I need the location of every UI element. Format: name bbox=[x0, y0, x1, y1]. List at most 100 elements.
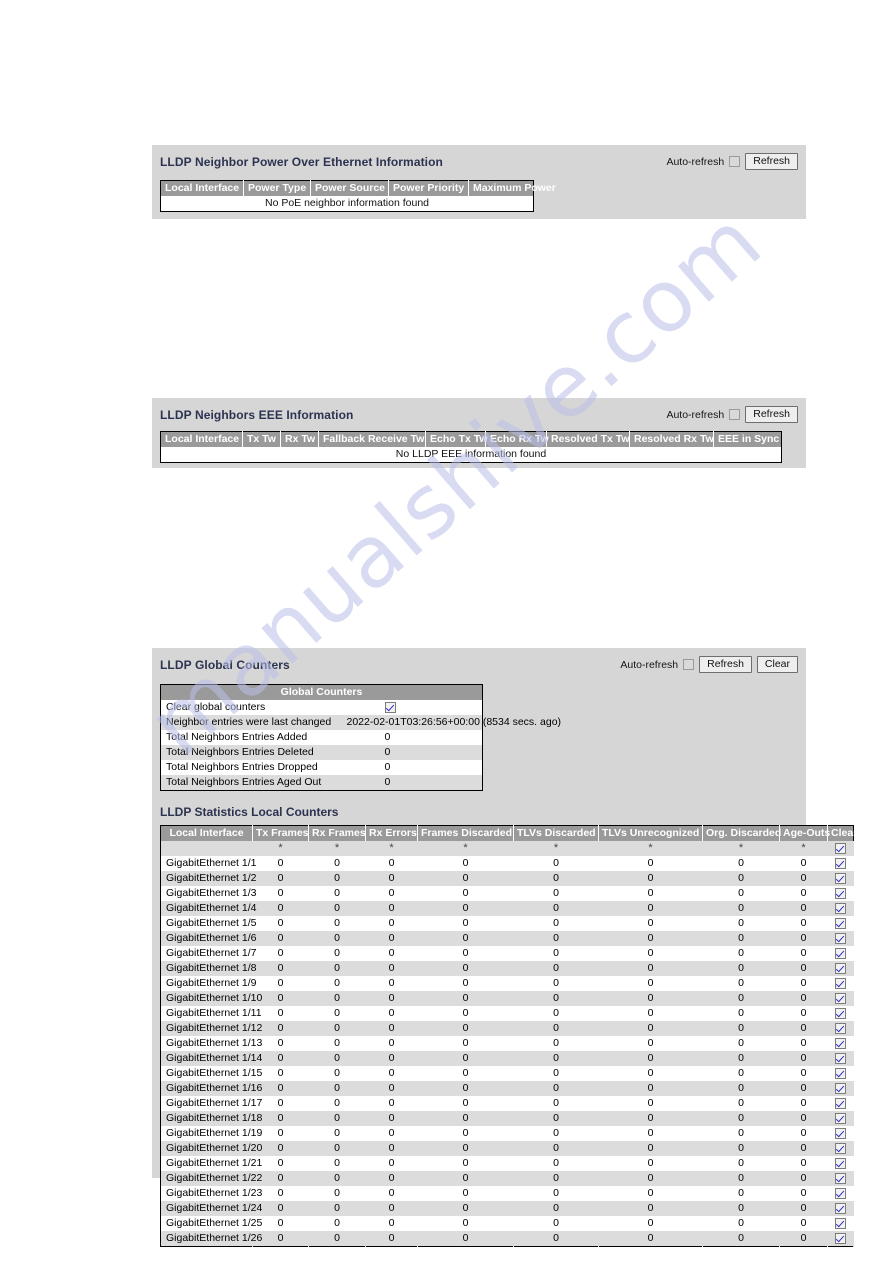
clear-row-checkbox[interactable] bbox=[835, 1112, 846, 1124]
clear-row-checkbox[interactable] bbox=[835, 902, 846, 914]
clear-row-checkbox[interactable] bbox=[835, 1022, 846, 1034]
filter-clear-all-checkbox-cell[interactable] bbox=[827, 841, 854, 856]
filter-cell-interface[interactable] bbox=[160, 841, 253, 856]
column-header: Local Interface bbox=[160, 180, 244, 196]
counter-cell: 0 bbox=[779, 1111, 828, 1126]
column-header: Org. Discarded bbox=[702, 825, 781, 841]
auto-refresh-checkbox[interactable] bbox=[729, 409, 741, 420]
clear-row-checkbox[interactable] bbox=[835, 992, 846, 1004]
clear-checkbox-cell[interactable] bbox=[827, 961, 854, 976]
clear-checkbox-cell[interactable] bbox=[827, 1216, 854, 1231]
refresh-button[interactable]: Refresh bbox=[699, 656, 752, 673]
counter-cell: 0 bbox=[779, 1006, 828, 1021]
auto-refresh-checkbox[interactable] bbox=[729, 156, 741, 167]
clear-row-checkbox[interactable] bbox=[835, 857, 846, 869]
clear-row-checkbox[interactable] bbox=[835, 1157, 846, 1169]
counter-cell: 0 bbox=[365, 1036, 418, 1051]
clear-row-checkbox[interactable] bbox=[835, 1172, 846, 1184]
clear-row-checkbox[interactable] bbox=[835, 1007, 846, 1019]
clear-row-checkbox[interactable] bbox=[835, 1202, 846, 1214]
table-row: No LLDP EEE information found bbox=[160, 447, 782, 463]
clear-all-checkbox[interactable] bbox=[835, 843, 846, 855]
clear-row-checkbox[interactable] bbox=[835, 932, 846, 944]
table-row: GigabitEthernet 1/18 0 0 0 0 0 0 0 0 bbox=[160, 1111, 854, 1126]
clear-row-checkbox[interactable] bbox=[835, 947, 846, 959]
clear-checkbox-cell[interactable] bbox=[827, 1171, 854, 1186]
clear-checkbox-cell[interactable] bbox=[827, 976, 854, 991]
lldp-global-counters-panel: LLDP Global Counters Auto-refresh Refres… bbox=[152, 648, 857, 1247]
clear-row-checkbox[interactable] bbox=[835, 887, 846, 899]
counter-label: Neighbor entries were last changed bbox=[160, 715, 343, 730]
filter-cell[interactable]: * bbox=[513, 841, 599, 856]
clear-checkbox-cell[interactable] bbox=[827, 1021, 854, 1036]
counter-cell: 0 bbox=[308, 871, 366, 886]
clear-row-checkbox[interactable] bbox=[835, 917, 846, 929]
clear-checkbox-cell[interactable] bbox=[827, 1201, 854, 1216]
counter-cell: 0 bbox=[365, 1081, 418, 1096]
counter-cell: 0 bbox=[598, 1186, 703, 1201]
counter-cell: 0 bbox=[417, 1186, 514, 1201]
filter-cell[interactable]: * bbox=[308, 841, 366, 856]
clear-row-checkbox[interactable] bbox=[835, 1217, 846, 1229]
counter-cell: 0 bbox=[598, 1006, 703, 1021]
counter-cell: 0 bbox=[365, 1216, 418, 1231]
table-row: GigabitEthernet 1/4 0 0 0 0 0 0 0 0 bbox=[160, 901, 854, 916]
clear-checkbox-cell[interactable] bbox=[827, 916, 854, 931]
clear-row-checkbox[interactable] bbox=[835, 1082, 846, 1094]
clear-row-checkbox[interactable] bbox=[835, 1037, 846, 1049]
clear-row-checkbox[interactable] bbox=[835, 1097, 846, 1109]
clear-checkbox-cell[interactable] bbox=[827, 931, 854, 946]
table-row: GigabitEthernet 1/13 0 0 0 0 0 0 0 0 bbox=[160, 1036, 854, 1051]
table-row: GigabitEthernet 1/12 0 0 0 0 0 0 0 0 bbox=[160, 1021, 854, 1036]
refresh-button[interactable]: Refresh bbox=[745, 153, 798, 170]
clear-checkbox-cell[interactable] bbox=[827, 1156, 854, 1171]
clear-checkbox-cell[interactable] bbox=[827, 1126, 854, 1141]
clear-row-checkbox[interactable] bbox=[835, 1187, 846, 1199]
auto-refresh-checkbox[interactable] bbox=[683, 659, 695, 670]
clear-checkbox-cell[interactable] bbox=[827, 901, 854, 916]
counter-cell: 0 bbox=[513, 871, 599, 886]
counter-cell: 0 bbox=[598, 1126, 703, 1141]
refresh-button[interactable]: Refresh bbox=[745, 406, 798, 423]
clear-row-checkbox[interactable] bbox=[835, 977, 846, 989]
clear-global-counters-checkbox[interactable] bbox=[384, 701, 396, 713]
clear-row-checkbox[interactable] bbox=[835, 1067, 846, 1079]
filter-cell[interactable]: * bbox=[252, 841, 309, 856]
counter-cell: 0 bbox=[598, 1066, 703, 1081]
clear-row-checkbox[interactable] bbox=[835, 1142, 846, 1154]
clear-checkbox-cell[interactable] bbox=[827, 1081, 854, 1096]
lldp-statistics-table: Local Interface Tx Frames Rx Frames Rx Erro… bbox=[160, 825, 857, 1247]
counter-cell: 0 bbox=[417, 1231, 514, 1247]
clear-checkbox-cell[interactable] bbox=[827, 1141, 854, 1156]
clear-checkbox-cell[interactable] bbox=[827, 1096, 854, 1111]
clear-checkbox-cell[interactable] bbox=[827, 856, 854, 871]
counter-cell: 0 bbox=[308, 991, 366, 1006]
clear-checkbox-cell[interactable] bbox=[827, 1231, 854, 1247]
clear-row-checkbox[interactable] bbox=[835, 1127, 846, 1139]
clear-row-checkbox[interactable] bbox=[835, 1052, 846, 1064]
auto-refresh-label: Auto-refresh bbox=[666, 155, 725, 168]
clear-checkbox-cell[interactable] bbox=[827, 871, 854, 886]
clear-row-checkbox[interactable] bbox=[835, 1232, 846, 1244]
filter-cell[interactable]: * bbox=[365, 841, 418, 856]
clear-checkbox-cell[interactable] bbox=[827, 1111, 854, 1126]
clear-button[interactable]: Clear bbox=[756, 656, 798, 673]
clear-checkbox-cell[interactable] bbox=[827, 946, 854, 961]
counter-cell: 0 bbox=[779, 1156, 828, 1171]
clear-row-checkbox[interactable] bbox=[835, 872, 846, 884]
clear-checkbox-cell[interactable] bbox=[827, 1036, 854, 1051]
clear-checkbox-cell[interactable] bbox=[827, 1051, 854, 1066]
filter-cell[interactable]: * bbox=[779, 841, 828, 856]
filter-cell[interactable]: * bbox=[598, 841, 703, 856]
clear-checkbox-cell[interactable] bbox=[827, 991, 854, 1006]
clear-row-checkbox[interactable] bbox=[835, 962, 846, 974]
filter-cell[interactable]: * bbox=[417, 841, 514, 856]
filter-cell[interactable]: * bbox=[702, 841, 780, 856]
clear-checkbox-cell[interactable] bbox=[827, 1006, 854, 1021]
counter-cell: 0 bbox=[417, 1051, 514, 1066]
clear-checkbox-cell[interactable] bbox=[827, 1186, 854, 1201]
clear-checkbox-cell[interactable] bbox=[827, 886, 854, 901]
table-row: GigabitEthernet 1/9 0 0 0 0 0 0 0 0 bbox=[160, 976, 854, 991]
counter-cell: 0 bbox=[702, 961, 780, 976]
clear-checkbox-cell[interactable] bbox=[827, 1066, 854, 1081]
